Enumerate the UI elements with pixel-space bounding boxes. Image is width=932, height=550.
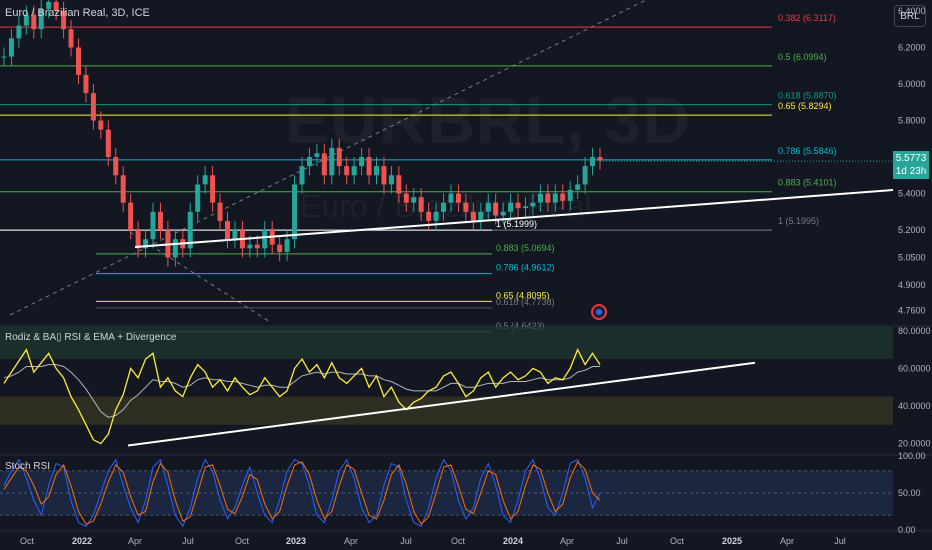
- candle-body: [113, 157, 119, 176]
- alert-marker-dot: [596, 309, 602, 315]
- candle-body: [344, 166, 350, 176]
- candle-body: [366, 157, 372, 176]
- candle-body: [195, 184, 201, 212]
- candle-body: [590, 157, 596, 167]
- fib-level-label: 0.5 (6.0994): [778, 52, 827, 62]
- price-axis-label: 5.2000: [898, 225, 926, 235]
- rsi-indicator-title[interactable]: Rodiz & BA▯ RSI & EMA + Divergence: [5, 332, 176, 343]
- candle-body: [128, 202, 134, 231]
- fib-level-label: 0.883 (5.0694): [496, 243, 555, 253]
- fib-level-label: 1 (5.1995): [778, 216, 819, 226]
- time-axis-label: Apr: [560, 536, 574, 546]
- price-axis-label: 5.0500: [898, 252, 926, 262]
- candle-body: [299, 166, 305, 185]
- candle-body: [217, 202, 223, 221]
- candle-body: [277, 244, 283, 252]
- candle-body: [83, 74, 89, 94]
- candle-body: [90, 93, 96, 121]
- candle-body: [388, 175, 394, 185]
- candle-body: [16, 25, 22, 39]
- candle-body: [351, 166, 357, 176]
- name-watermark: Euro / Brazilian Real: [300, 188, 592, 225]
- stoch-axis-label: 50.00: [898, 488, 921, 498]
- candle-body: [225, 220, 230, 240]
- candle-body: [254, 244, 260, 249]
- fib-level-label: 0.786 (5.5846): [778, 146, 837, 156]
- candle-body: [232, 230, 238, 240]
- time-axis-label: 2024: [503, 536, 523, 546]
- fib-level-label: 0.382 (6.3117): [778, 13, 836, 23]
- candle-body: [306, 157, 312, 167]
- price-axis-label: 5.4000: [898, 189, 926, 199]
- time-axis-label: Jul: [834, 536, 846, 546]
- rsi-axis-label: 60.0000: [898, 363, 931, 373]
- time-axis-label: 2022: [72, 536, 92, 546]
- bar-countdown: 1d 23h: [895, 166, 927, 177]
- candle-body: [1, 56, 7, 58]
- fib-level-label: 0.65 (5.8294): [778, 101, 832, 111]
- chart-title: Euro / Brazilian Real, 3D, ICE: [5, 7, 150, 19]
- fib-level-label: 0.618 (5.8870): [778, 91, 837, 101]
- candle-body: [381, 166, 387, 185]
- candle-body: [359, 157, 365, 167]
- last-price-tag: 5.5773 1d 23h: [893, 151, 929, 179]
- time-axis-label: Oct: [451, 536, 466, 546]
- candle-body: [202, 175, 208, 185]
- candle-body: [76, 47, 81, 75]
- fib-level-label: 0.618 (4.7738): [496, 297, 555, 307]
- price-axis-label: 4.9000: [898, 280, 926, 290]
- time-axis-label: Oct: [20, 536, 35, 546]
- candle-body: [172, 239, 178, 258]
- price-axis-label: 5.8000: [898, 116, 926, 126]
- time-axis-label: Apr: [780, 536, 794, 546]
- time-axis-label: Jul: [400, 536, 412, 546]
- time-axis-label: Jul: [616, 536, 628, 546]
- candle-body: [210, 175, 216, 203]
- time-axis-label: 2023: [286, 536, 306, 546]
- candle-body: [8, 38, 14, 57]
- candle-body: [150, 211, 156, 240]
- time-axis-label: Oct: [235, 536, 250, 546]
- candle-body: [105, 129, 111, 158]
- price-axis-label: 4.7600: [898, 305, 926, 315]
- time-axis-label: Oct: [670, 536, 685, 546]
- candle-body: [68, 29, 74, 48]
- fib-level-label: 0.786 (4.9612): [496, 263, 555, 273]
- rsi-axis-label: 40.0000: [898, 401, 931, 411]
- rsi-axis-label: 80.0000: [898, 326, 931, 336]
- candle-body: [582, 166, 588, 185]
- candle-body: [292, 184, 298, 240]
- price-axis-label: 6.0000: [898, 79, 926, 89]
- time-axis-label: Apr: [128, 536, 142, 546]
- price-axis-label: 6.2000: [898, 42, 926, 52]
- candle-body: [120, 175, 126, 203]
- symbol-watermark: EURBRL, 3D: [285, 82, 691, 158]
- candle-body: [262, 230, 268, 249]
- candle-body: [284, 239, 290, 252]
- last-price-value: 5.5773: [895, 153, 927, 164]
- rsi-zone-band: [0, 396, 893, 425]
- fib-level-label: 0.883 (5.4101): [778, 178, 837, 188]
- time-axis-label: Jul: [182, 536, 194, 546]
- stoch-rsi-title[interactable]: Stoch RSI: [5, 461, 50, 472]
- candle-body: [98, 120, 104, 130]
- stoch-axis-label: 0.00: [898, 525, 916, 535]
- candle-body: [374, 166, 379, 176]
- candle-body: [157, 211, 163, 231]
- currency-button[interactable]: BRL: [894, 5, 926, 27]
- time-axis-label: 2025: [722, 536, 742, 546]
- candle-body: [135, 230, 141, 249]
- rsi-axis-label: 20.0000: [898, 439, 931, 449]
- time-axis-label: Apr: [344, 536, 358, 546]
- stoch-axis-label: 100.00: [898, 451, 926, 461]
- candle-body: [247, 244, 253, 249]
